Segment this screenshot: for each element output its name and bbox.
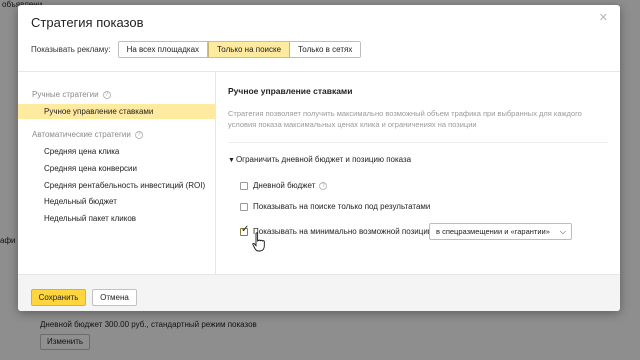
manual-strategies-label: Ручные стратегии — [32, 90, 99, 99]
strategy-dialog: ✕ Стратегия показов Показывать рекламу: … — [18, 5, 620, 311]
strategy-item-weekly-clicks[interactable]: Недельный пакет кликов — [18, 211, 216, 226]
help-icon[interactable]: ? — [134, 130, 143, 139]
search-below-results-checkbox[interactable] — [240, 202, 248, 211]
strategy-detail: Ручное управление ставками Стратегия поз… — [216, 72, 620, 275]
cancel-button[interactable]: Отмена — [92, 289, 137, 306]
detail-title: Ручное управление ставками — [228, 86, 353, 96]
position-select[interactable]: в спецразмещении и «гарантии» ⌵ — [429, 223, 572, 240]
dialog-footer: Сохранить Отмена — [18, 274, 620, 311]
close-icon[interactable]: ✕ — [599, 11, 608, 24]
daily-budget-label: Дневной бюджет — [253, 181, 316, 190]
strategy-item-weekly-budget[interactable]: Недельный бюджет — [18, 194, 216, 209]
strategy-item-avg-roi[interactable]: Средняя рентабельность инвестиций (ROI) — [18, 178, 216, 193]
detail-divider — [228, 142, 608, 143]
min-position-label: Показывать на минимально возможной позиц… — [253, 227, 433, 236]
show-ads-segmented: На всех площадках Только на поиске Тольк… — [117, 41, 362, 58]
min-position-checkbox[interactable]: ✓ — [240, 224, 249, 236]
option-min-position: ✓ Показывать на минимально возможной поз… — [240, 224, 433, 236]
strategy-item-manual-bids[interactable]: Ручное управление ставками — [18, 104, 216, 119]
hand-cursor-icon — [252, 232, 265, 252]
strategy-panels: Ручные стратегии ? Ручное управление ста… — [18, 71, 620, 275]
manual-strategies-header: Ручные стратегии ? — [32, 90, 111, 99]
save-button[interactable]: Сохранить — [31, 289, 86, 306]
daily-budget-checkbox[interactable] — [240, 181, 248, 190]
position-select-value: в спецразмещении и «гарантии» — [436, 227, 550, 236]
show-ads-label: Показывать рекламу: — [31, 45, 111, 54]
strategy-item-avg-conversion-price[interactable]: Средняя цена конверсии — [18, 161, 216, 176]
limit-budget-label: Ограничить дневной бюджет и позицию пока… — [235, 155, 412, 164]
help-icon[interactable]: ? — [319, 181, 328, 190]
dialog-title: Стратегия показов — [31, 15, 144, 30]
option-search-below-results: Показывать на поиске только под результа… — [240, 202, 430, 211]
checkmark-icon: ✓ — [241, 223, 250, 235]
help-icon[interactable]: ? — [102, 90, 111, 99]
search-below-results-label: Показывать на поиске только под результа… — [253, 202, 431, 211]
limit-budget-toggle[interactable]: ▼Ограничить дневной бюджет и позицию пок… — [228, 155, 411, 164]
show-ads-all-button[interactable]: На всех площадках — [118, 42, 209, 57]
triangle-down-icon: ▼ — [228, 157, 235, 164]
show-ads-search-button[interactable]: Только на поиске — [208, 42, 291, 57]
auto-strategies-header: Автоматические стратегии ? — [32, 130, 143, 139]
strategy-item-avg-click-price[interactable]: Средняя цена клика — [18, 144, 216, 159]
option-daily-budget: Дневной бюджет ? — [240, 181, 328, 190]
show-ads-row: Показывать рекламу: На всех площадках То… — [31, 41, 362, 58]
auto-strategies-label: Автоматические стратегии — [32, 130, 131, 139]
strategy-list: Ручные стратегии ? Ручное управление ста… — [18, 72, 216, 275]
chevron-down-icon: ⌵ — [559, 227, 566, 236]
show-ads-networks-button[interactable]: Только в сетях — [290, 42, 361, 57]
detail-description: Стратегия позволяет получить максимально… — [228, 109, 582, 129]
